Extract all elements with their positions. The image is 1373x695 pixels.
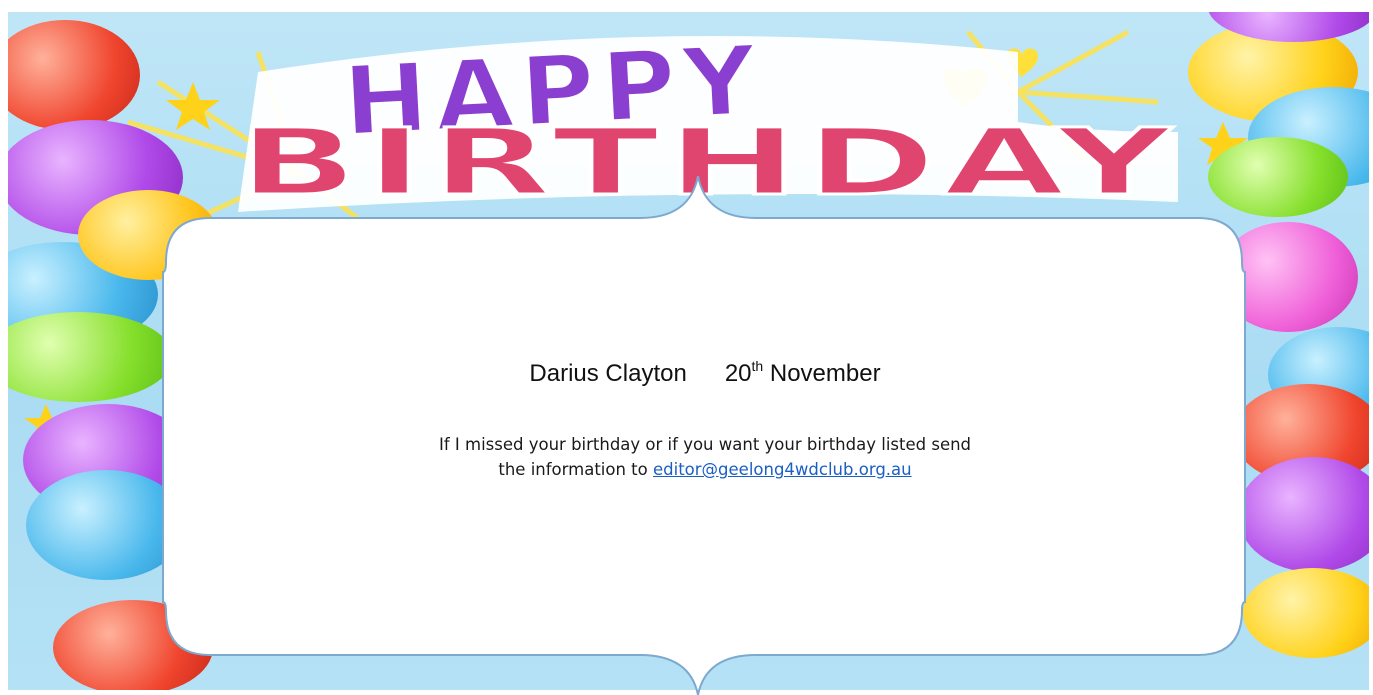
happy-birthday-banner: HAPPY BIRTHDAY <box>237 23 1178 218</box>
note-line-2-text: the information to <box>498 460 653 479</box>
birthday-month: November <box>769 360 881 387</box>
birthday-day: 20 <box>724 360 752 387</box>
birthday-content: Darius Clayton 20th November If I missed … <box>168 218 1242 678</box>
note-line-2: the information to editor@geelong4wdclub… <box>168 457 1242 482</box>
note-line-1: If I missed your birthday or if you want… <box>438 435 972 454</box>
member-name: Darius Clayton <box>529 360 687 387</box>
birthday-day-suffix: th <box>751 358 764 374</box>
birthday-entry: Darius Clayton 20th November <box>168 358 1242 388</box>
editor-email-link[interactable]: editor@geelong4wdclub.org.au <box>653 460 912 479</box>
birthday-word: BIRTHDAY <box>238 109 1178 216</box>
submission-note: If I missed your birthday or if you want… <box>168 432 1242 482</box>
balloon-icon <box>26 470 186 580</box>
